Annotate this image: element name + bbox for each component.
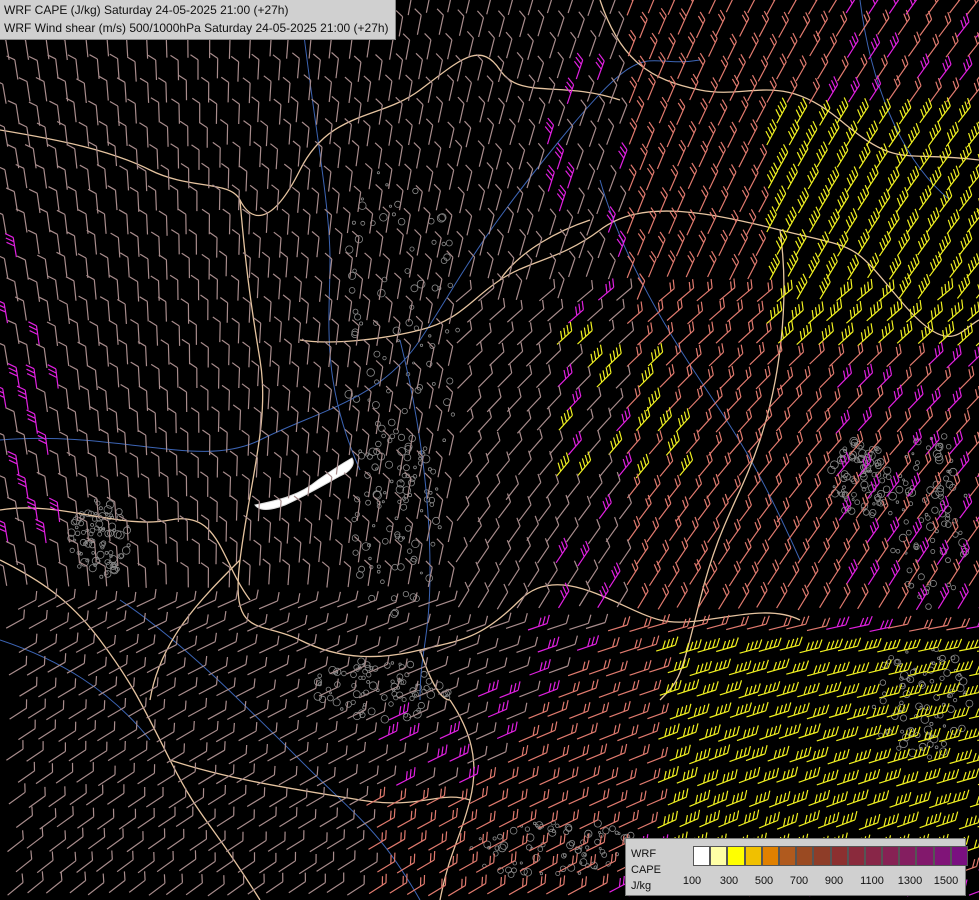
legend-swatch bbox=[778, 846, 797, 866]
legend-swatch bbox=[864, 846, 883, 866]
legend-swatch bbox=[761, 846, 779, 866]
legend-tick-label: 500 bbox=[754, 875, 774, 887]
legend-tick-label: 1500 bbox=[933, 875, 959, 887]
legend-swatch bbox=[899, 846, 917, 866]
legend-swatch bbox=[744, 846, 762, 866]
legend-label-field: CAPE bbox=[631, 864, 661, 876]
legend-swatch bbox=[796, 846, 814, 866]
legend-swatch bbox=[727, 846, 745, 866]
legend-swatch bbox=[950, 846, 968, 866]
legend-tick-label: 300 bbox=[719, 875, 739, 887]
legend-tick-label: 700 bbox=[789, 875, 809, 887]
legend-label-model: WRF bbox=[631, 848, 657, 860]
legend-swatch bbox=[813, 846, 831, 866]
legend-tick-labels: 100 300 500 700 900 1100 1300 1500 bbox=[674, 874, 964, 888]
legend-label-unit: J/kg bbox=[631, 880, 652, 892]
legend-swatch bbox=[847, 846, 865, 866]
legend-swatch bbox=[933, 846, 951, 866]
cape-legend: WRF CAPE J/kg 100 300 500 700 900 1100 1300 150… bbox=[625, 838, 968, 896]
legend-tick-label: 900 bbox=[824, 875, 844, 887]
title-wind-shear: WRF Wind shear (m/s) 500/1000hPa Saturda… bbox=[4, 21, 389, 35]
legend-swatch bbox=[710, 846, 728, 866]
wind-shear-map bbox=[0, 0, 979, 900]
legend-swatch bbox=[916, 846, 934, 866]
legend-tick-label: 1100 bbox=[860, 875, 884, 887]
map-title: WRF CAPE (J/kg) Saturday 24-05-2025 21:0… bbox=[0, 0, 396, 40]
title-cape: WRF CAPE (J/kg) Saturday 24-05-2025 21:0… bbox=[4, 3, 289, 17]
legend-swatch bbox=[882, 846, 900, 866]
legend-tick-label: 100 bbox=[682, 875, 702, 887]
legend-tick-label: 1300 bbox=[897, 875, 923, 887]
legend-swatch bbox=[693, 846, 711, 866]
legend-swatch bbox=[830, 846, 848, 866]
legend-color-scale bbox=[693, 846, 968, 866]
